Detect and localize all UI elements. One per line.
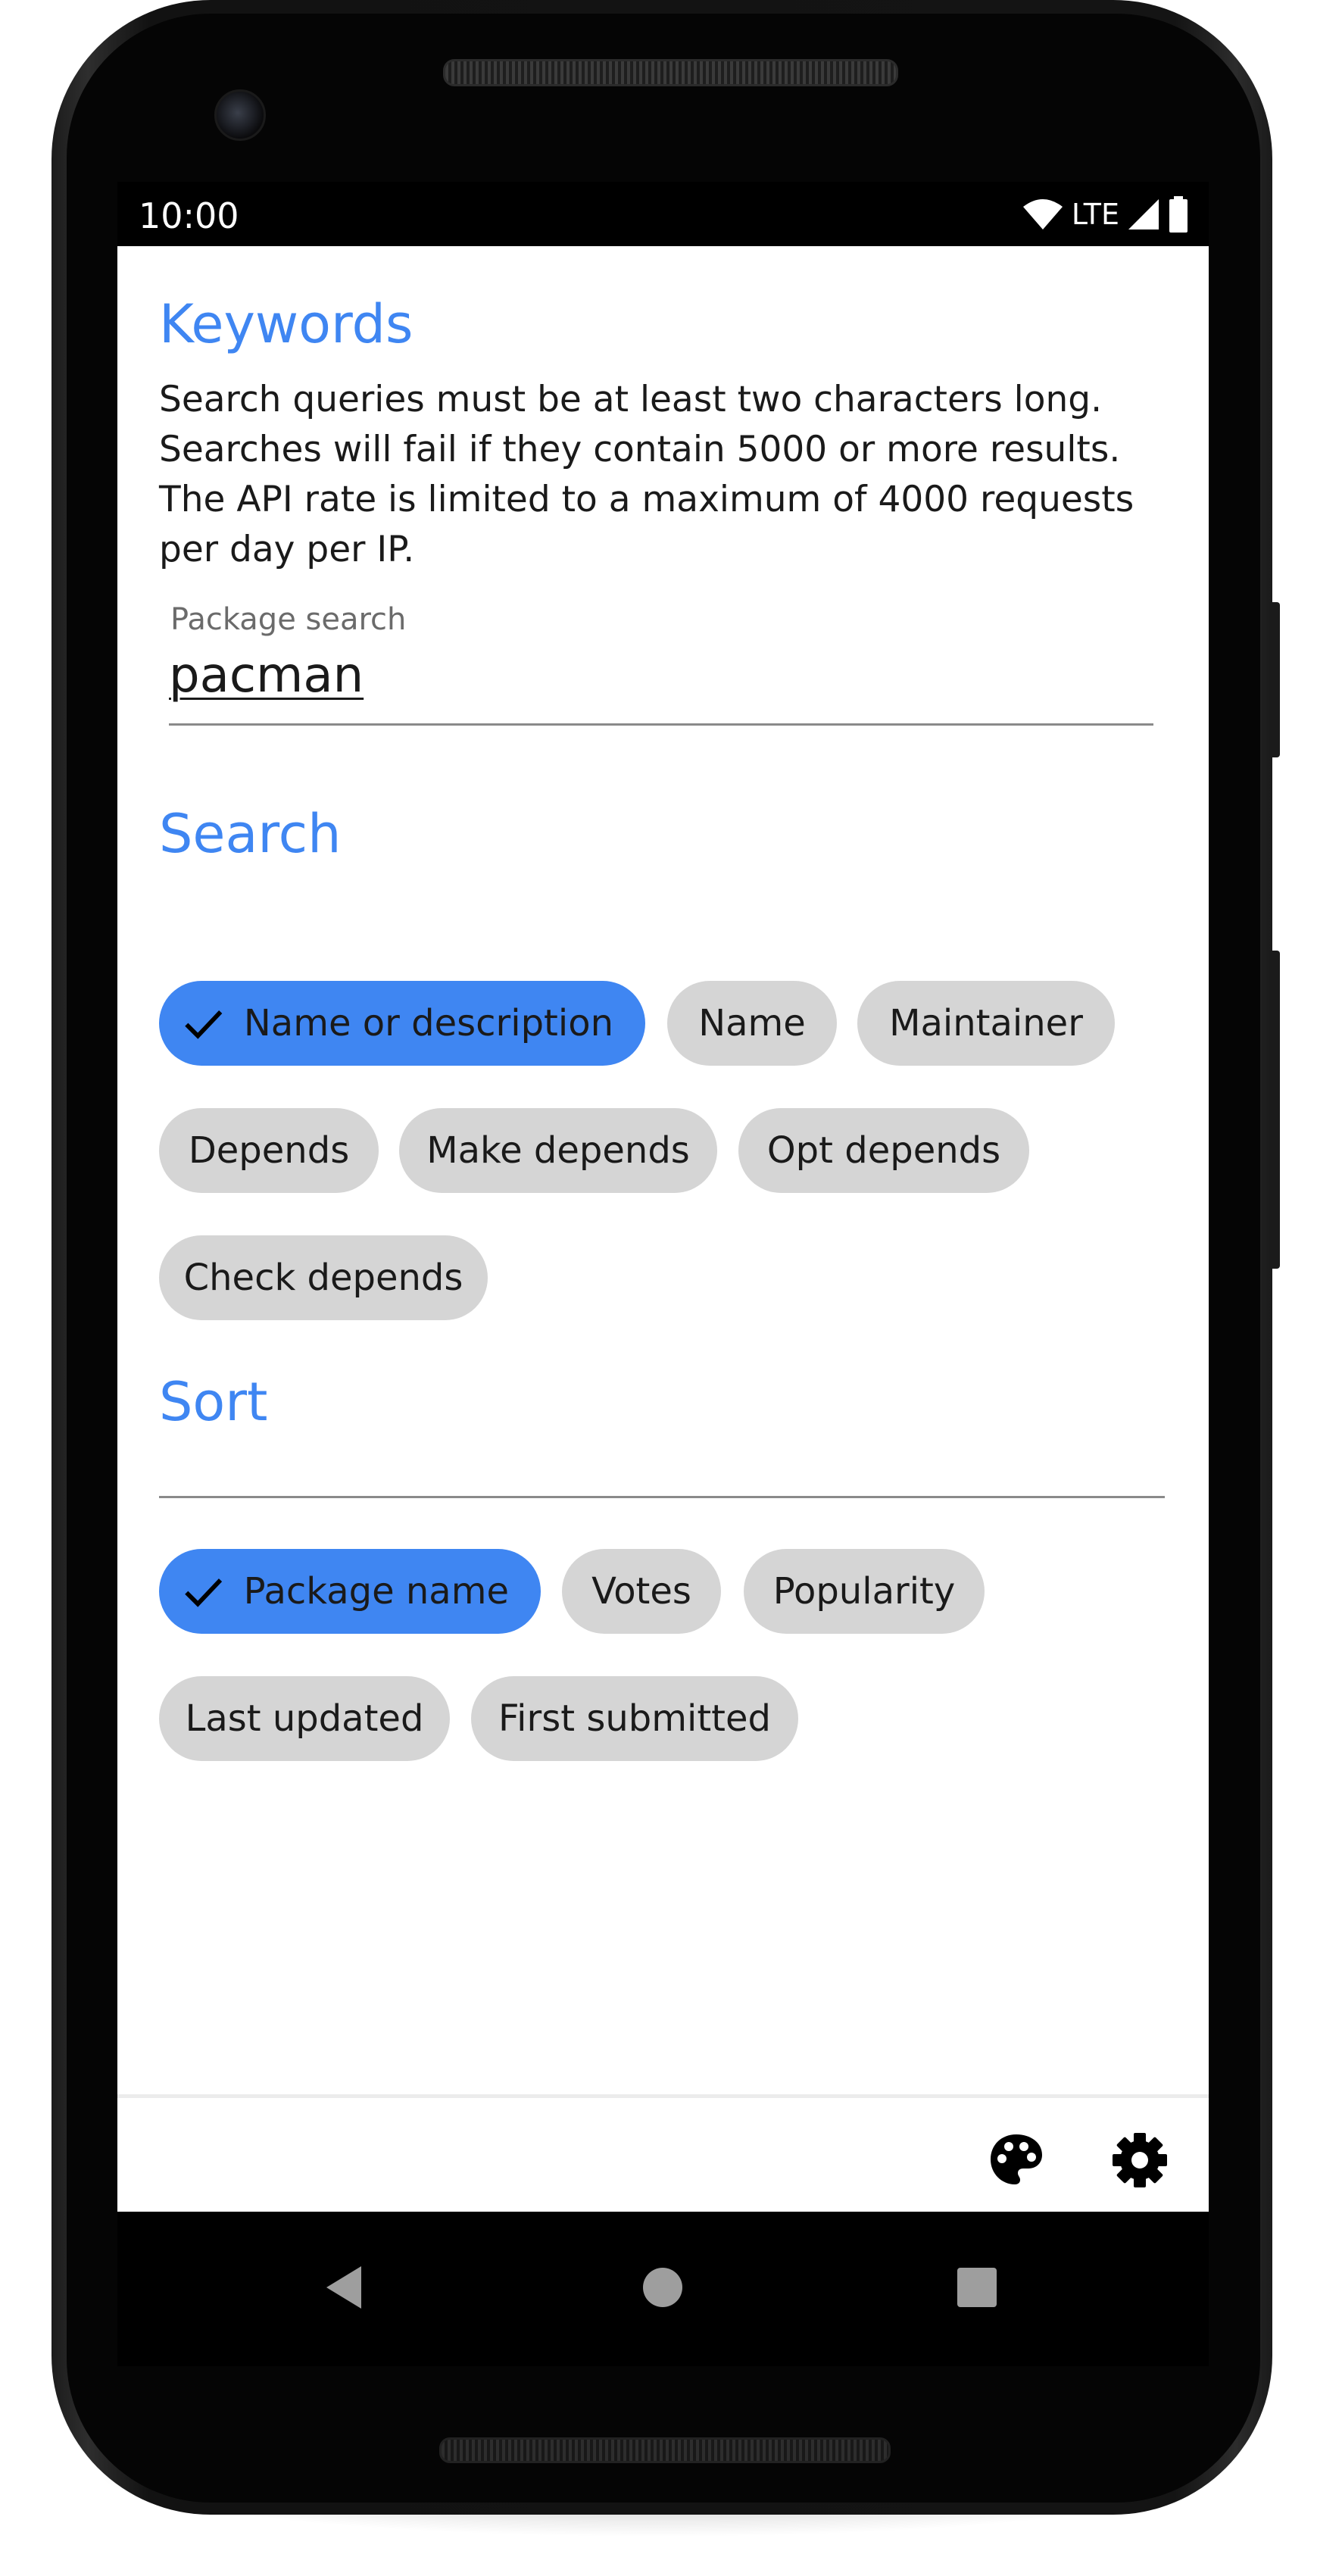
chip-label: Votes bbox=[591, 1570, 691, 1613]
search-chip-opt-depends[interactable]: Opt depends bbox=[738, 1108, 1029, 1193]
signal-icon bbox=[1128, 199, 1159, 229]
status-icons: LTE bbox=[1022, 195, 1189, 233]
recents-icon[interactable] bbox=[939, 2250, 1015, 2325]
search-chip-make-depends[interactable]: Make depends bbox=[399, 1108, 717, 1193]
chip-label: Last updated bbox=[185, 1697, 424, 1740]
screen: 10:00 LTE Keywords Search queries must b… bbox=[117, 182, 1209, 2366]
sort-title: Sort bbox=[159, 1371, 268, 1433]
front-camera bbox=[214, 89, 266, 141]
bottom-speaker bbox=[439, 2437, 891, 2463]
wifi-icon bbox=[1022, 199, 1063, 229]
sort-chip-first-submitted[interactable]: First submitted bbox=[471, 1676, 798, 1761]
search-chip-name-or-description[interactable]: Name or description bbox=[159, 981, 645, 1066]
section-divider bbox=[159, 1496, 1165, 1498]
package-search-underline bbox=[169, 723, 1153, 726]
description-line: Search queries must be at least two char… bbox=[159, 379, 1103, 420]
search-chip-name[interactable]: Name bbox=[667, 981, 837, 1066]
status-bar: 10:00 LTE bbox=[117, 182, 1209, 246]
bottom-app-bar bbox=[117, 2098, 1209, 2212]
description-line: Searches will fail if they contain 5000 … bbox=[159, 429, 1121, 470]
sort-chip-popularity[interactable]: Popularity bbox=[744, 1549, 985, 1634]
search-chip-depends[interactable]: Depends bbox=[159, 1108, 379, 1193]
package-search-input[interactable]: pacman bbox=[169, 648, 1153, 708]
check-icon bbox=[185, 1010, 223, 1039]
chip-label: Maintainer bbox=[889, 1002, 1083, 1044]
chip-label: Check depends bbox=[183, 1257, 463, 1299]
chip-label: Popularity bbox=[772, 1570, 956, 1613]
chip-label: First submitted bbox=[498, 1697, 771, 1740]
chip-label: Depends bbox=[188, 1129, 350, 1172]
palette-icon[interactable] bbox=[986, 2130, 1047, 2190]
search-chip-check-depends[interactable]: Check depends bbox=[159, 1235, 488, 1320]
network-type: LTE bbox=[1071, 198, 1119, 231]
chip-label: Name or description bbox=[243, 1002, 613, 1044]
check-icon bbox=[185, 1578, 223, 1607]
search-title: Search bbox=[159, 803, 342, 865]
description-line: The API rate is limited to a maximum of … bbox=[159, 479, 1134, 520]
sort-chip-votes[interactable]: Votes bbox=[562, 1549, 721, 1634]
settings-icon[interactable] bbox=[1109, 2130, 1170, 2190]
keywords-description: Search queries must be at least two char… bbox=[159, 375, 1174, 575]
chip-label: Opt depends bbox=[766, 1129, 1001, 1172]
status-time: 10:00 bbox=[139, 195, 239, 236]
description-line: per day per IP. bbox=[159, 529, 415, 570]
power-button bbox=[1269, 602, 1280, 757]
home-icon[interactable] bbox=[625, 2250, 701, 2325]
package-search-label: Package search bbox=[170, 602, 407, 637]
chip-label: Package name bbox=[243, 1570, 509, 1613]
chip-label: Make depends bbox=[426, 1129, 690, 1172]
search-chip-maintainer[interactable]: Maintainer bbox=[857, 981, 1115, 1066]
sort-chip-last-updated[interactable]: Last updated bbox=[159, 1676, 450, 1761]
keywords-title: Keywords bbox=[159, 293, 414, 355]
back-icon[interactable] bbox=[307, 2250, 382, 2325]
main-content: Keywords Search queries must be at least… bbox=[117, 246, 1209, 2212]
earpiece-speaker bbox=[443, 59, 898, 86]
battery-icon bbox=[1169, 196, 1188, 233]
navigation-bar bbox=[117, 2212, 1209, 2366]
sort-chip-package-name[interactable]: Package name bbox=[159, 1549, 541, 1634]
volume-button bbox=[1269, 951, 1280, 1269]
chip-label: Name bbox=[698, 1002, 806, 1044]
